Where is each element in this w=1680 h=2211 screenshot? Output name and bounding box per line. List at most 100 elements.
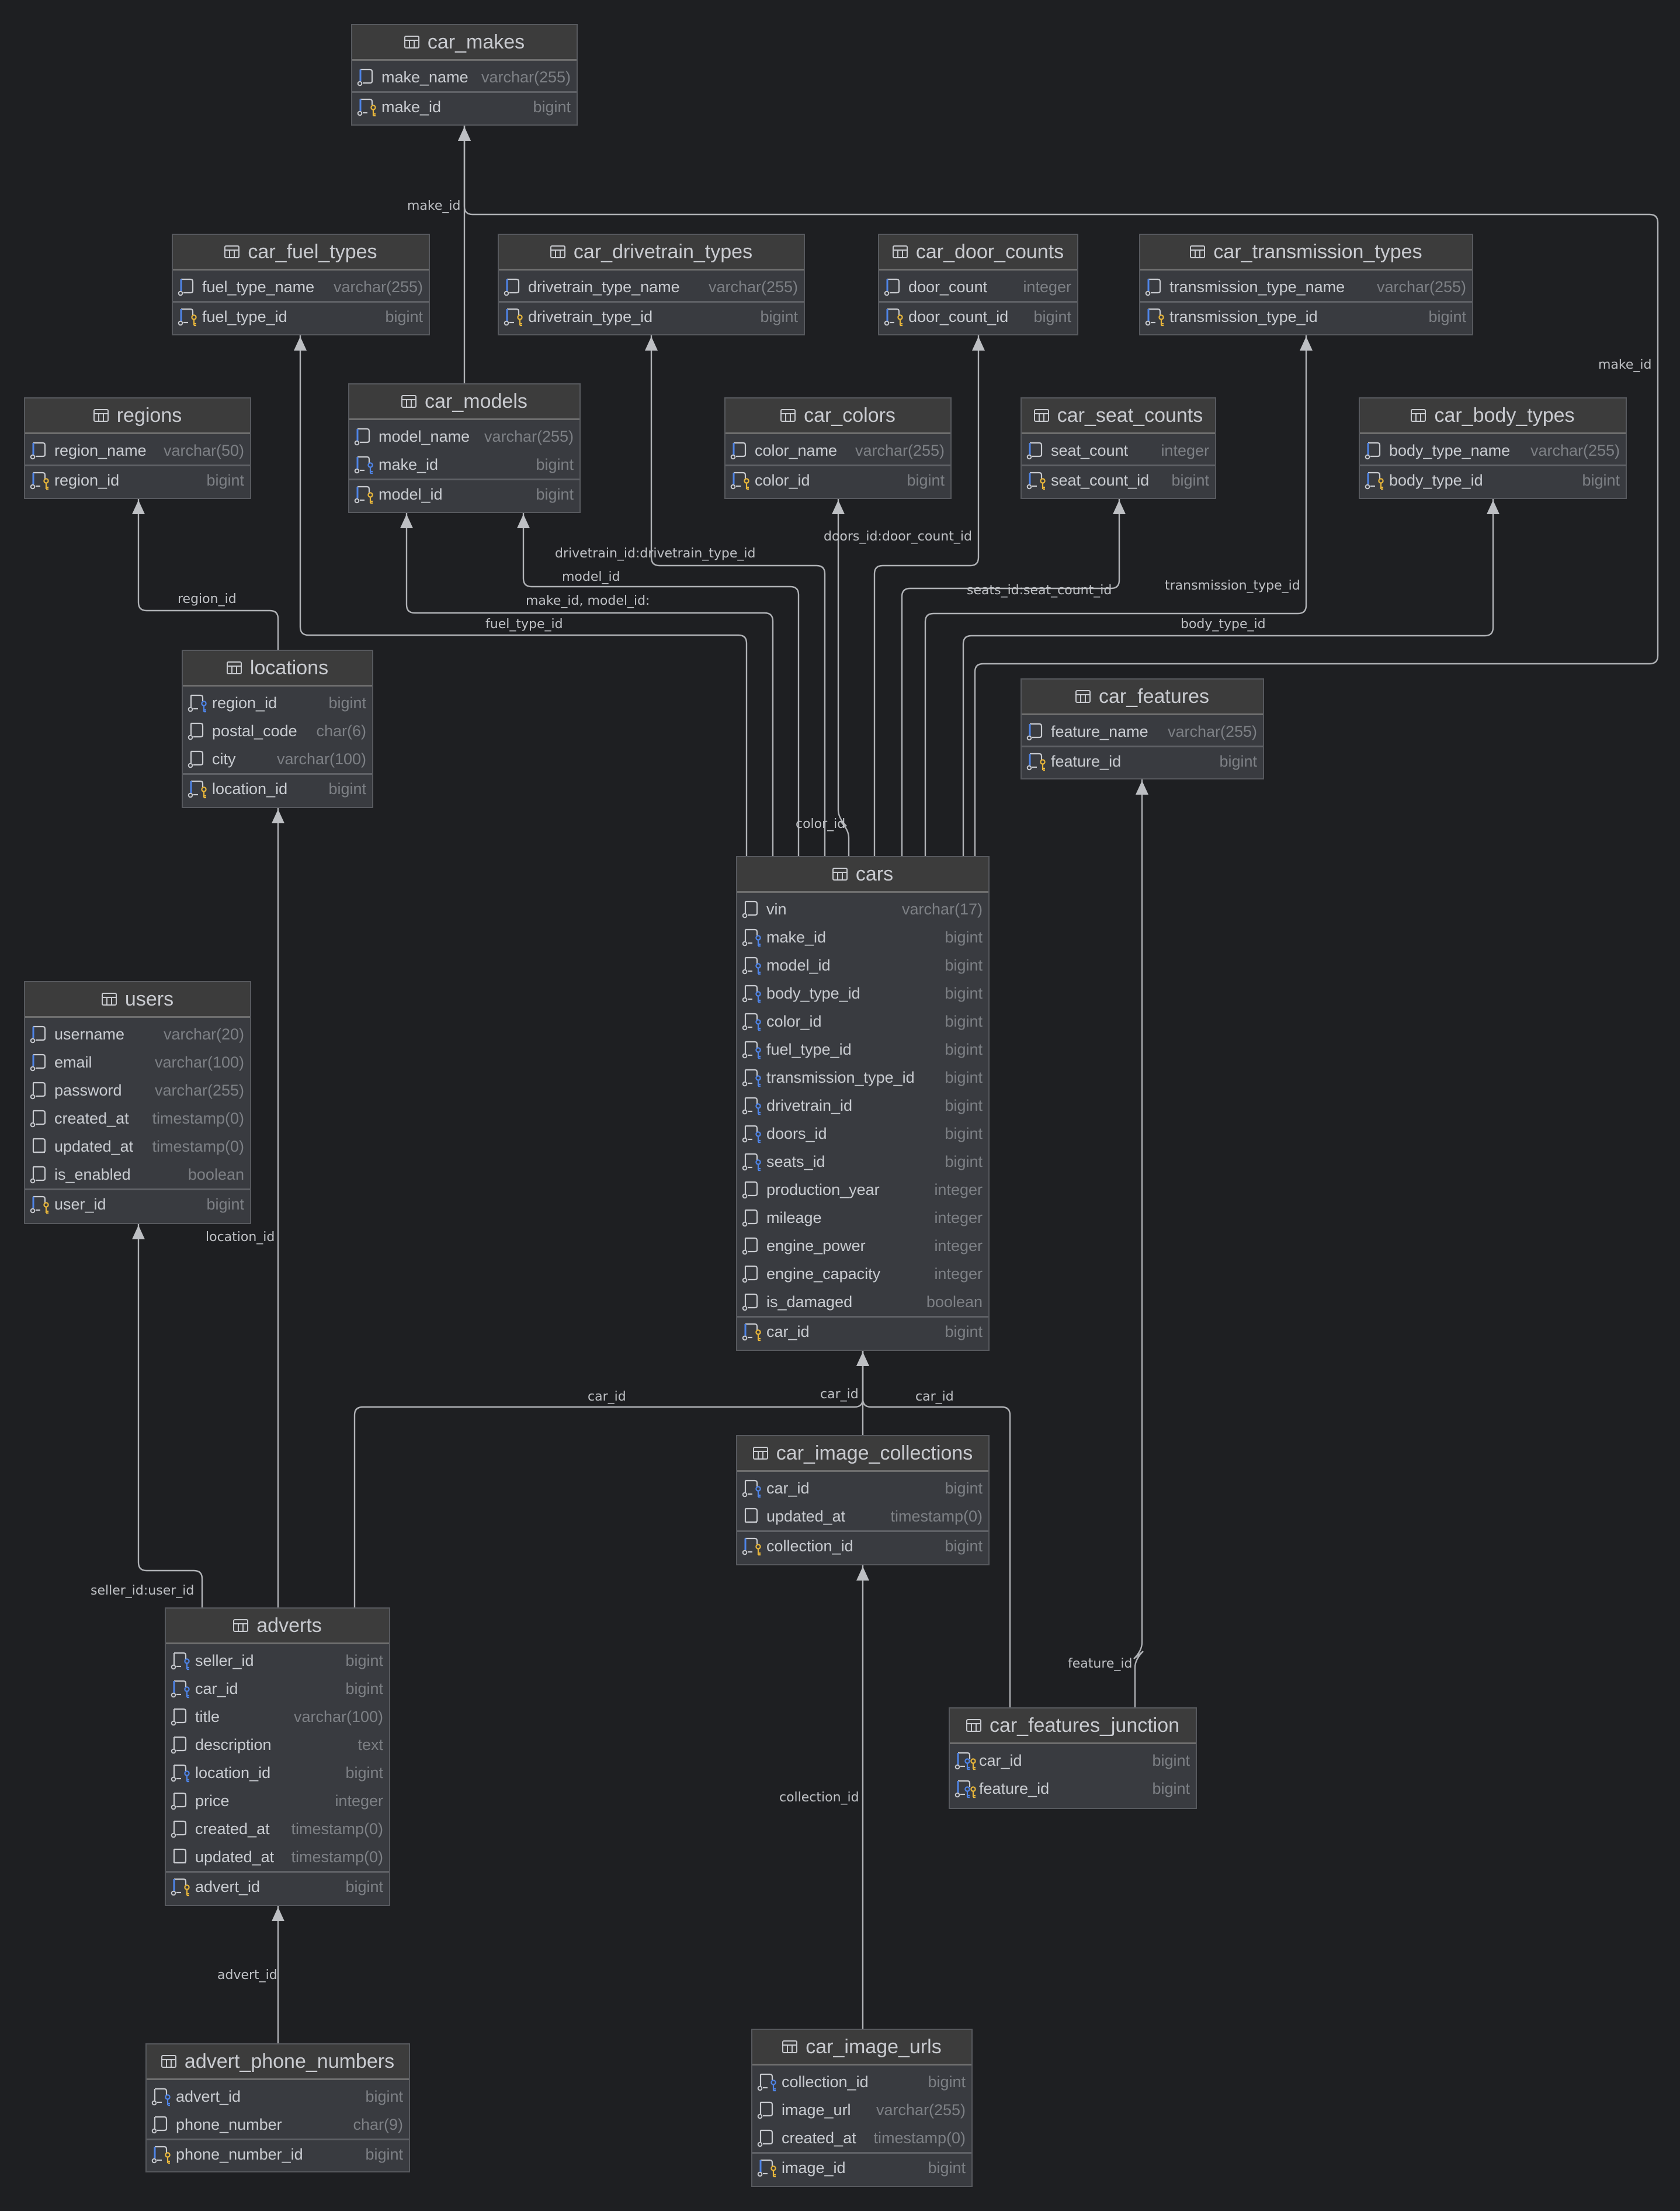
column-row[interactable]: fuel_type_id bigint: [737, 1035, 988, 1063]
column-row[interactable]: region_name varchar(50): [25, 436, 250, 465]
column-row[interactable]: location_id bigint: [183, 773, 372, 803]
column-row[interactable]: body_type_id bigint: [737, 979, 988, 1007]
column-row[interactable]: model_name varchar(255): [349, 422, 579, 450]
column-row[interactable]: password varchar(255): [25, 1076, 250, 1104]
relationship-cars-to-car-models[interactable]: [400, 513, 774, 856]
table-car-colors[interactable]: car_colors color_name varchar(255) color_id…: [724, 397, 952, 499]
column-row[interactable]: is_enabled boolean: [25, 1160, 250, 1188]
relationship-car-models-to-car-makes[interactable]: [458, 126, 471, 383]
column-row[interactable]: transmission_type_id bigint: [737, 1063, 988, 1091]
column-row[interactable]: color_name varchar(255): [726, 436, 950, 465]
column-row[interactable]: door_count_id bigint: [879, 301, 1077, 331]
column-row[interactable]: body_type_name varchar(255): [1360, 436, 1626, 465]
column-row[interactable]: created_at timestamp(0): [166, 1815, 389, 1843]
table-regions[interactable]: regions region_name varchar(50) region_id bi…: [24, 397, 251, 499]
column-row[interactable]: phone_number_id bigint: [147, 2139, 409, 2168]
column-row[interactable]: email varchar(100): [25, 1048, 250, 1076]
column-row[interactable]: make_name varchar(255): [352, 63, 577, 91]
column-row[interactable]: postal_code char(6): [183, 717, 372, 745]
column-row[interactable]: color_id bigint: [726, 465, 950, 494]
column-row[interactable]: make_id bigint: [349, 450, 579, 479]
relationship-locations-to-regions[interactable]: [132, 499, 279, 650]
column-row[interactable]: image_id bigint: [752, 2152, 971, 2182]
table-header[interactable]: locations: [183, 651, 372, 687]
column-row[interactable]: created_at timestamp(0): [25, 1104, 250, 1132]
table-header[interactable]: car_makes: [352, 25, 577, 61]
column-row[interactable]: collection_id bigint: [752, 2068, 971, 2096]
column-row[interactable]: username varchar(20): [25, 1020, 250, 1048]
relationship-cars-to-car-models[interactable]: [517, 513, 800, 856]
relationship-adverts-to-locations[interactable]: [272, 808, 284, 1607]
column-row[interactable]: updated_at timestamp(0): [25, 1132, 250, 1160]
column-row[interactable]: mileage integer: [737, 1204, 988, 1232]
table-header[interactable]: car_models: [349, 384, 579, 420]
table-header[interactable]: car_body_types: [1360, 398, 1626, 434]
column-row[interactable]: seats_id bigint: [737, 1148, 988, 1176]
relationship-cars-to-car-colors[interactable]: [832, 499, 850, 856]
table-header[interactable]: cars: [737, 857, 988, 893]
table-car-image-urls[interactable]: car_image_urls collection_id bigint image_u…: [751, 2029, 973, 2187]
relationship-adverts-to-users[interactable]: [132, 1224, 203, 1607]
column-row[interactable]: drivetrain_id bigint: [737, 1091, 988, 1120]
table-header[interactable]: car_seat_counts: [1022, 398, 1215, 434]
column-row[interactable]: fuel_type_name varchar(255): [173, 273, 429, 301]
column-row[interactable]: engine_power integer: [737, 1232, 988, 1260]
column-row[interactable]: is_damaged boolean: [737, 1288, 988, 1316]
column-row[interactable]: updated_at timestamp(0): [737, 1502, 988, 1530]
table-car-features[interactable]: car_features feature_name varchar(255) feat…: [1021, 678, 1264, 779]
column-row[interactable]: seller_id bigint: [166, 1647, 389, 1675]
column-row[interactable]: created_at timestamp(0): [752, 2124, 971, 2152]
column-row[interactable]: collection_id bigint: [737, 1530, 988, 1560]
table-cars[interactable]: cars vin varchar(17) make_id bigint model_id b…: [736, 856, 990, 1351]
column-row[interactable]: production_year integer: [737, 1176, 988, 1204]
table-adverts[interactable]: adverts seller_id bigint car_id bigint title v…: [165, 1607, 390, 1906]
table-header[interactable]: car_drivetrain_types: [499, 235, 804, 271]
column-row[interactable]: car_id bigint: [950, 1746, 1196, 1775]
table-header[interactable]: car_features: [1022, 680, 1263, 715]
column-row[interactable]: advert_id bigint: [147, 2082, 409, 2110]
table-car-models[interactable]: car_models model_name varchar(255) make_id b…: [348, 383, 581, 513]
column-row[interactable]: doors_id bigint: [737, 1120, 988, 1148]
column-row[interactable]: drivetrain_type_name varchar(255): [499, 273, 804, 301]
table-car-transmission-types[interactable]: car_transmission_types transmission_type_…: [1139, 234, 1473, 335]
column-row[interactable]: advert_id bigint: [166, 1871, 389, 1901]
column-row[interactable]: car_id bigint: [737, 1316, 988, 1346]
table-header[interactable]: car_image_urls: [752, 2030, 971, 2066]
column-row[interactable]: car_id bigint: [166, 1675, 389, 1703]
table-header[interactable]: users: [25, 982, 250, 1018]
table-users[interactable]: users username varchar(20) email varchar(100…: [24, 981, 251, 1224]
column-row[interactable]: location_id bigint: [166, 1759, 389, 1787]
column-row[interactable]: user_id bigint: [25, 1188, 250, 1218]
table-car-drivetrain-types[interactable]: car_drivetrain_types drivetrain_type_name…: [498, 234, 805, 335]
table-advert-phone-numbers[interactable]: advert_phone_numbers advert_id bigint phone…: [145, 2043, 410, 2172]
table-header[interactable]: regions: [25, 398, 250, 434]
table-header[interactable]: car_features_junction: [950, 1708, 1196, 1744]
column-row[interactable]: feature_id bigint: [1022, 746, 1263, 775]
table-header[interactable]: car_door_counts: [879, 235, 1077, 271]
column-row[interactable]: region_id bigint: [183, 689, 372, 717]
column-row[interactable]: title varchar(100): [166, 1703, 389, 1731]
column-row[interactable]: transmission_type_id bigint: [1140, 301, 1472, 331]
relationship-cars-to-car-body-types[interactable]: [962, 499, 1499, 856]
column-row[interactable]: phone_number char(9): [147, 2110, 409, 2139]
table-car-seat-counts[interactable]: car_seat_counts seat_count integer seat_cou…: [1021, 397, 1216, 499]
column-row[interactable]: drivetrain_type_id bigint: [499, 301, 804, 331]
column-row[interactable]: region_id bigint: [25, 465, 250, 494]
column-row[interactable]: body_type_id bigint: [1360, 465, 1626, 494]
table-car-features-junction[interactable]: car_features_junction car_id bigint feature…: [949, 1707, 1197, 1809]
column-row[interactable]: description text: [166, 1731, 389, 1759]
table-header[interactable]: car_colors: [726, 398, 950, 434]
table-car-makes[interactable]: car_makes make_name varchar(255) make_id big…: [351, 24, 578, 126]
column-row[interactable]: city varchar(100): [183, 745, 372, 773]
column-row[interactable]: car_id bigint: [737, 1474, 988, 1502]
relationship-car-features-junction-to-car-features[interactable]: [1133, 779, 1148, 1707]
table-car-body-types[interactable]: car_body_types body_type_name varchar(255)…: [1359, 397, 1627, 499]
column-row[interactable]: price integer: [166, 1787, 389, 1815]
column-row[interactable]: seat_count integer: [1022, 436, 1215, 465]
column-row[interactable]: color_id bigint: [737, 1007, 988, 1035]
table-header[interactable]: car_fuel_types: [173, 235, 429, 271]
table-locations[interactable]: locations region_id bigint postal_code char(…: [182, 650, 373, 808]
column-row[interactable]: door_count integer: [879, 273, 1077, 301]
table-header[interactable]: advert_phone_numbers: [147, 2044, 409, 2080]
column-row[interactable]: model_id bigint: [737, 951, 988, 979]
